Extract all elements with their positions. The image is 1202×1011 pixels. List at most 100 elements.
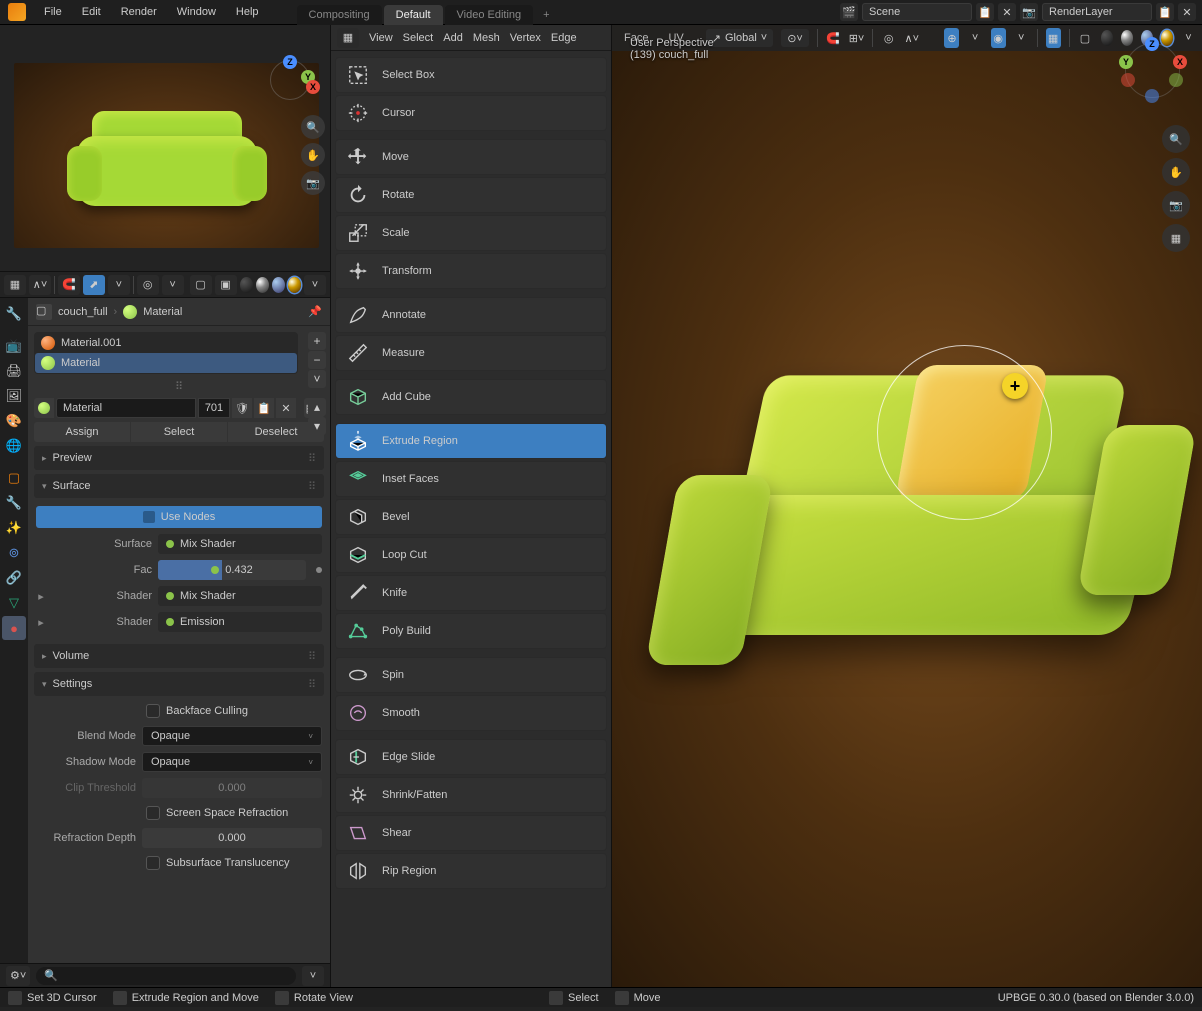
scene-browse-icon[interactable]: 🎬 (840, 3, 858, 21)
refraction-depth-input[interactable]: 0.000 (142, 828, 322, 848)
surface-shader-dropdown[interactable]: Mix Shader (158, 534, 322, 554)
snap-target-icon[interactable]: ˅ (108, 275, 130, 295)
prop-edit-toggle-icon[interactable]: ◎ (881, 28, 896, 48)
material-add-button[interactable]: + (308, 332, 326, 350)
overlay1-icon[interactable]: ▢ (190, 275, 212, 295)
vp-axis-y-icon[interactable]: Y (1119, 55, 1133, 69)
main-viewport[interactable]: + Face UV ↗ Global ˅ ⊙˅ 🧲 ⊞˅ ◎ ∧˅ ⊕ ˅ ◉ … (612, 25, 1202, 987)
tool-cursor[interactable]: Cursor (335, 95, 607, 131)
axis-x-icon[interactable]: X (306, 80, 320, 94)
header-edge[interactable]: Edge (551, 32, 577, 44)
vp-axis-neg-x-icon[interactable] (1121, 73, 1135, 87)
preview-viewport[interactable]: Z Y X 🔍 ✋ 📷 (0, 25, 330, 272)
vp-zoom-icon[interactable]: 🔍 (1162, 125, 1190, 153)
prop-edit-opts-icon[interactable]: ∧˅ (904, 28, 919, 48)
tool-smooth[interactable]: Smooth (335, 695, 607, 731)
shader2-dropdown[interactable]: Emission (158, 612, 322, 632)
vp-camera-icon[interactable]: 📷 (1162, 191, 1190, 219)
tab-particle-icon[interactable]: ✨ (2, 516, 26, 540)
shader1-dropdown[interactable]: Mix Shader (158, 586, 322, 606)
fac-slider[interactable]: 0.432 (158, 560, 306, 580)
vp-axis-neg-y-icon[interactable] (1169, 73, 1183, 87)
header-add[interactable]: Add (443, 32, 463, 44)
xray-toggle-icon[interactable]: ▢ (1077, 28, 1092, 48)
render-layer-field[interactable]: RenderLayer (1042, 3, 1152, 21)
editor-type-dropdown[interactable]: ▦ (337, 28, 359, 48)
tab-output-icon[interactable]: 🖨 (2, 359, 26, 383)
material-slot-0[interactable]: Material.001 (35, 333, 297, 353)
tool-extrude[interactable]: Extrude Region (335, 423, 607, 459)
viewport-axis-gizmo[interactable]: Z Y X (1117, 35, 1187, 105)
shading-wire-icon[interactable] (240, 277, 253, 293)
snap-mode-icon[interactable]: ⬈ (83, 275, 105, 295)
vp-shading-wire-icon[interactable] (1101, 30, 1113, 46)
tab-constraint-icon[interactable]: 🔗 (2, 566, 26, 590)
prop-edit-icon[interactable]: ◎ (137, 275, 159, 295)
workspace-default[interactable]: Default (384, 5, 443, 25)
shading-solid-icon[interactable] (256, 277, 269, 293)
expand-shader2[interactable]: ▸ (36, 616, 46, 629)
vp-axis-neg-z-icon[interactable] (1145, 89, 1159, 103)
tool-move[interactable]: Move (335, 139, 607, 175)
shading-render-icon[interactable] (288, 277, 301, 293)
ssr-checkbox[interactable] (146, 806, 160, 820)
tab-material-icon[interactable]: ● (2, 616, 26, 640)
section-preview[interactable]: ▸Preview⠿ (34, 446, 324, 470)
snap-toggle-icon[interactable]: 🧲 (826, 28, 841, 48)
layer-new-icon[interactable]: 📋 (1156, 3, 1174, 21)
options-icon[interactable]: ⚙˅ (6, 966, 30, 986)
overlay-opts-icon[interactable]: ˅ (1014, 28, 1029, 48)
scene-delete-icon[interactable]: ✕ (998, 3, 1016, 21)
section-settings[interactable]: ▾Settings⠿ (34, 672, 324, 696)
tool-rotate[interactable]: Rotate (335, 177, 607, 213)
tab-modifier-icon[interactable]: 🔧 (2, 491, 26, 515)
overlay2-icon[interactable]: ▣ (215, 275, 237, 295)
tool-bevel[interactable]: Bevel (335, 499, 607, 535)
tool-shrink-fatten[interactable]: Shrink/Fatten (335, 777, 607, 813)
assign-button[interactable]: Assign (34, 422, 130, 442)
tab-object-icon[interactable]: ▢ (2, 466, 26, 490)
pan-icon[interactable]: ✋ (301, 143, 325, 167)
shadow-mode-dropdown[interactable]: Opaque˅ (142, 752, 322, 772)
material-fake-user-button[interactable]: 🛡 (232, 398, 252, 418)
axis-z-icon[interactable]: Z (283, 55, 297, 69)
tool-edge-slide[interactable]: Edge Slide (335, 739, 607, 775)
camera-icon[interactable]: 📷 (301, 171, 325, 195)
tab-physics-icon[interactable]: ⊚ (2, 541, 26, 565)
scene-new-icon[interactable]: 📋 (976, 3, 994, 21)
workspace-add[interactable]: + (535, 5, 557, 25)
material-remove-button[interactable]: − (308, 351, 326, 369)
section-surface[interactable]: ▾Surface⠿ (34, 474, 324, 498)
material-copy-button[interactable]: 📋 (254, 398, 274, 418)
section-volume[interactable]: ▸Volume⠿ (34, 644, 324, 668)
material-browse-button[interactable] (34, 398, 54, 418)
menu-render[interactable]: Render (111, 0, 167, 25)
workspace-video[interactable]: Video Editing (445, 5, 534, 25)
snap-icon[interactable]: 🧲 (58, 275, 80, 295)
properties-search-input[interactable]: 🔍 (36, 967, 296, 985)
select-button[interactable]: Select (131, 422, 227, 442)
material-up-button[interactable]: ▴ (308, 398, 326, 416)
tool-annotate[interactable]: Annotate (335, 297, 607, 333)
layer-browse-icon[interactable]: 📷 (1020, 3, 1038, 21)
header-select[interactable]: Select (403, 32, 434, 44)
vp-axis-z-icon[interactable]: Z (1145, 37, 1159, 51)
scene-name-field[interactable]: Scene (862, 3, 972, 21)
vp-axis-x-icon[interactable]: X (1173, 55, 1187, 69)
expand-shader1[interactable]: ▸ (36, 590, 46, 603)
tool-shear[interactable]: Shear (335, 815, 607, 851)
tab-world-icon[interactable]: 🌐 (2, 434, 26, 458)
pivot-dropdown[interactable]: ⊙˅ (781, 29, 809, 47)
xray-icon[interactable]: ▦ (1046, 28, 1061, 48)
tab-tool-icon[interactable]: 🔧 (2, 302, 26, 326)
blend-mode-dropdown[interactable]: Opaque˅ (142, 726, 322, 746)
snap-opts-icon[interactable]: ⊞˅ (849, 28, 865, 48)
material-menu-button[interactable]: ˅ (308, 370, 326, 388)
shading-matprev-icon[interactable] (272, 277, 285, 293)
workspace-compositing[interactable]: Compositing (297, 5, 382, 25)
list-resize-grip[interactable]: ⠿ (28, 380, 330, 394)
material-slot-1[interactable]: Material (35, 353, 297, 373)
material-users[interactable]: 701 (198, 398, 230, 418)
vp-perspective-icon[interactable]: ▦ (1162, 224, 1190, 252)
material-down-button[interactable]: ▾ (308, 417, 326, 435)
